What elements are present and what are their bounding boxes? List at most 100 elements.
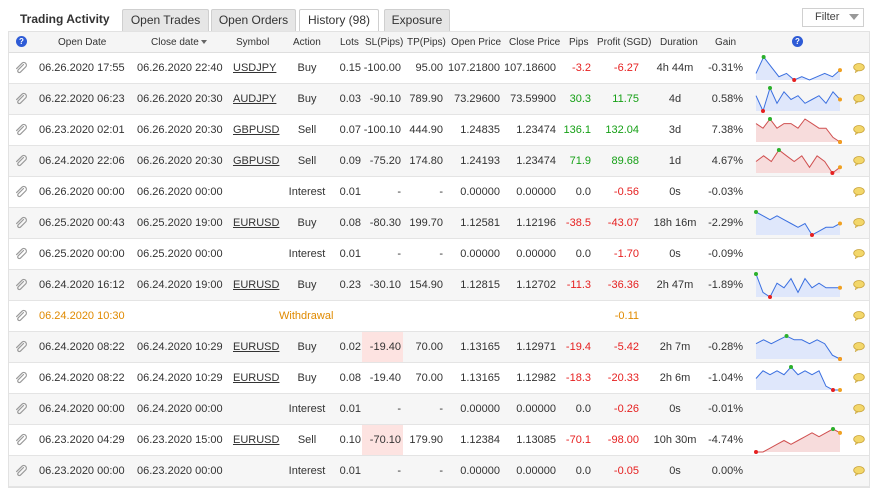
symbol-link[interactable]: EURUSD bbox=[233, 434, 279, 446]
spark-min-point bbox=[830, 171, 835, 175]
comment-icon[interactable] bbox=[853, 94, 865, 105]
col-action[interactable]: Action bbox=[293, 37, 321, 48]
symbol-link[interactable]: AUDJPY bbox=[233, 93, 276, 105]
action-cell: Interest bbox=[288, 186, 326, 198]
withdrawal-label: Withdrawal bbox=[279, 310, 334, 322]
comment-icon[interactable] bbox=[853, 249, 865, 260]
comment-icon[interactable] bbox=[853, 156, 865, 167]
action-cell: Interest bbox=[288, 248, 326, 260]
col-close-date[interactable]: Close date bbox=[151, 37, 207, 48]
open-price-cell: 1.13165 bbox=[460, 341, 500, 353]
attachment-icon[interactable] bbox=[14, 371, 28, 385]
symbol-link[interactable]: EURUSD bbox=[233, 279, 279, 291]
comment-icon[interactable] bbox=[853, 373, 865, 384]
close-date-cell: 06.26.2020 20:30 bbox=[137, 93, 223, 105]
comment-icon[interactable] bbox=[853, 435, 865, 446]
comment-icon[interactable] bbox=[853, 466, 865, 477]
tab-exposure[interactable]: Exposure bbox=[384, 9, 450, 31]
symbol-link[interactable]: GBPUSD bbox=[233, 155, 279, 167]
open-date-cell: 06.25.2020 00:43 bbox=[39, 217, 125, 229]
duration-cell: 3d bbox=[668, 124, 682, 136]
attachment-icon[interactable] bbox=[14, 247, 28, 261]
attachment-icon[interactable] bbox=[14, 402, 28, 416]
pips-cell: 136.1 bbox=[563, 124, 591, 136]
lots-cell: 0.08 bbox=[339, 217, 361, 229]
comment-icon[interactable] bbox=[853, 125, 865, 136]
comment-icon[interactable] bbox=[853, 218, 865, 229]
col-close-price[interactable]: Close Price bbox=[509, 37, 560, 48]
comment-icon[interactable] bbox=[853, 63, 865, 74]
spark-last-point bbox=[838, 388, 842, 392]
open-date-cell: 06.23.2020 04:29 bbox=[39, 434, 125, 446]
comment-icon[interactable] bbox=[853, 280, 865, 291]
col-tp[interactable]: TP(Pips) bbox=[407, 37, 446, 48]
table-row: 06.26.2020 00:00 06.26.2020 00:00 Interest… bbox=[9, 177, 869, 208]
attachment-icon[interactable] bbox=[14, 92, 28, 106]
profit-cell: -43.07 bbox=[607, 217, 639, 229]
open-price-cell: 1.12815 bbox=[460, 279, 500, 291]
comment-icon[interactable] bbox=[853, 342, 865, 353]
tp-cell: 70.00 bbox=[415, 372, 443, 384]
symbol-link[interactable]: USDJPY bbox=[233, 62, 276, 74]
comment-icon[interactable] bbox=[853, 311, 865, 322]
help-icon[interactable]: ? bbox=[16, 36, 27, 47]
gain-sparkline bbox=[753, 116, 843, 145]
attachment-icon[interactable] bbox=[14, 216, 28, 230]
action-cell: Sell bbox=[297, 155, 317, 167]
open-price-cell: 0.00000 bbox=[460, 465, 500, 477]
symbol-link[interactable]: GBPUSD bbox=[233, 124, 279, 136]
attachment-icon[interactable] bbox=[14, 464, 28, 478]
action-cell: Buy bbox=[297, 341, 317, 353]
col-sl[interactable]: SL(Pips) bbox=[365, 37, 403, 48]
lots-cell: 0.23 bbox=[339, 279, 361, 291]
help-icon[interactable]: ? bbox=[792, 36, 803, 47]
col-open-date[interactable]: Open Date bbox=[58, 37, 106, 48]
duration-cell: 2h 47m bbox=[656, 279, 694, 291]
spark-last-point bbox=[838, 97, 842, 102]
gain-sparkline bbox=[753, 85, 843, 114]
action-cell: Buy bbox=[297, 217, 317, 229]
attachment-icon[interactable] bbox=[14, 433, 28, 447]
attachment-icon[interactable] bbox=[14, 154, 28, 168]
attachment-icon[interactable] bbox=[14, 340, 28, 354]
symbol-link[interactable]: EURUSD bbox=[233, 341, 279, 353]
col-gain[interactable]: Gain bbox=[715, 37, 736, 48]
duration-cell: 0s bbox=[669, 465, 681, 477]
tab-open-trades[interactable]: Open Trades bbox=[122, 9, 209, 31]
filter-dropdown[interactable]: Filter bbox=[802, 8, 864, 27]
comment-icon[interactable] bbox=[853, 187, 865, 198]
profit-cell: -0.05 bbox=[613, 465, 639, 477]
symbol-link[interactable]: EURUSD bbox=[233, 217, 279, 229]
tab-history[interactable]: History (98) bbox=[299, 9, 379, 32]
spark-last-point bbox=[838, 285, 842, 290]
attachment-icon[interactable] bbox=[14, 61, 28, 75]
attachment-icon[interactable] bbox=[14, 123, 28, 137]
gain-cell: -0.28% bbox=[708, 341, 743, 353]
table-row: 06.23.2020 02:01 06.26.2020 20:30 GBPUSD Se… bbox=[9, 115, 869, 146]
attachment-icon[interactable] bbox=[14, 309, 28, 323]
attachment-icon[interactable] bbox=[14, 185, 28, 199]
spark-max-point bbox=[754, 272, 758, 276]
attachment-icon[interactable] bbox=[14, 278, 28, 292]
pips-cell: 0.0 bbox=[575, 248, 591, 260]
col-profit[interactable]: Profit (SGD) bbox=[597, 37, 651, 48]
table-row: 06.22.2020 06:23 06.26.2020 20:30 AUDJPY Bu… bbox=[9, 84, 869, 115]
gain-cell: 0.00% bbox=[711, 465, 743, 477]
duration-cell: 4d bbox=[668, 93, 682, 105]
open-date-cell: 06.26.2020 00:00 bbox=[39, 186, 125, 198]
close-price-cell: 1.12702 bbox=[516, 279, 556, 291]
comment-icon[interactable] bbox=[853, 404, 865, 415]
action-cell: Sell bbox=[297, 434, 317, 446]
gain-sparkline bbox=[753, 209, 843, 238]
col-pips[interactable]: Pips bbox=[569, 37, 588, 48]
spark-max-point bbox=[768, 117, 772, 121]
profit-cell: 89.68 bbox=[611, 155, 639, 167]
close-date-cell: 06.23.2020 00:00 bbox=[137, 465, 223, 477]
col-open-price[interactable]: Open Price bbox=[451, 37, 501, 48]
symbol-link[interactable]: EURUSD bbox=[233, 372, 279, 384]
col-symbol[interactable]: Symbol bbox=[236, 37, 269, 48]
col-lots[interactable]: Lots bbox=[340, 37, 359, 48]
col-duration[interactable]: Duration bbox=[660, 37, 698, 48]
pips-cell: -19.4 bbox=[565, 341, 591, 353]
tab-open-orders[interactable]: Open Orders bbox=[211, 9, 296, 31]
